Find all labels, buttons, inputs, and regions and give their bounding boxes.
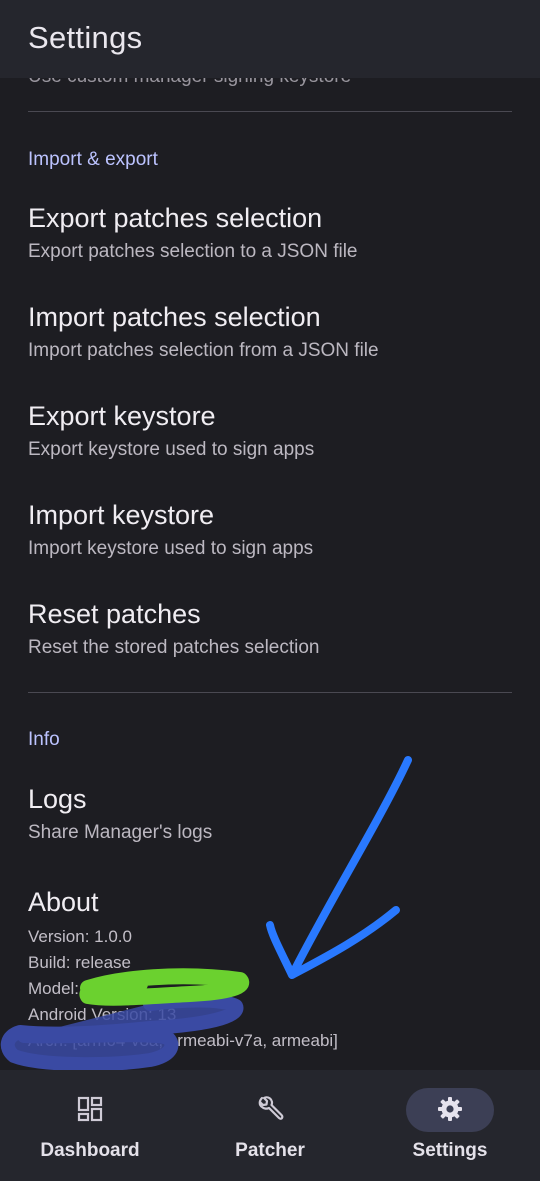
top-app-bar: Settings xyxy=(0,0,540,78)
item-title: Export keystore xyxy=(28,401,216,431)
settings-list[interactable]: Use custom manager signing keystore Impo… xyxy=(0,78,540,1070)
section-header-import-export: Import & export xyxy=(28,149,158,170)
nav-label: Patcher xyxy=(235,1140,305,1161)
item-title: Reset patches xyxy=(28,599,201,629)
about-model: Model: xyxy=(28,979,80,998)
bottom-navigation: Dashboard Patcher Settings xyxy=(0,1070,540,1181)
wrench-icon xyxy=(258,1096,284,1120)
import-keystore-item[interactable]: Import keystore Import keystore used to … xyxy=(0,500,540,596)
gear-icon xyxy=(438,1097,462,1121)
about-arch: Arch: [arm64-v8a, armeabi-v7a, armeabi] xyxy=(28,1031,338,1050)
about-details: Version: 1.0.0 Build: release Model: And… xyxy=(28,924,338,1054)
item-title: Export patches selection xyxy=(28,203,323,233)
export-keystore-item[interactable]: Export keystore Export keystore used to … xyxy=(0,401,540,497)
nav-dashboard[interactable]: Dashboard xyxy=(0,1070,180,1181)
nav-patcher[interactable]: Patcher xyxy=(180,1070,360,1181)
nav-settings[interactable]: Settings xyxy=(360,1070,540,1181)
settings-screen: Settings Use custom manager signing keys… xyxy=(0,0,540,1181)
item-subtitle: Export keystore used to sign apps xyxy=(28,439,315,460)
page-title: Settings xyxy=(28,20,143,55)
about-build: Build: release xyxy=(28,953,132,972)
reset-patches-item[interactable]: Reset patches Reset the stored patches s… xyxy=(0,599,540,695)
item-title: Import keystore xyxy=(28,500,215,530)
item-title: Import patches selection xyxy=(28,302,321,332)
section-header-info: Info xyxy=(28,729,60,750)
divider xyxy=(28,111,512,112)
logs-item[interactable]: Logs Share Manager's logs xyxy=(0,784,540,880)
item-subtitle: Export patches selection to a JSON file xyxy=(28,241,358,262)
item-subtitle: Import keystore used to sign apps xyxy=(28,538,314,559)
item-subtitle: Import patches selection from a JSON fil… xyxy=(28,340,379,361)
export-patches-selection-item[interactable]: Export patches selection Export patches … xyxy=(0,203,540,299)
about-item[interactable]: About Version: 1.0.0 Build: release Mode… xyxy=(0,887,540,1057)
nav-label: Dashboard xyxy=(40,1140,140,1161)
item-title: Logs xyxy=(28,784,87,814)
about-android-version: Android Version: 13 xyxy=(28,1005,177,1024)
dashboard-icon xyxy=(77,1096,103,1122)
import-patches-selection-item[interactable]: Import patches selection Import patches … xyxy=(0,302,540,398)
partial-previous-item: Use custom manager signing keystore xyxy=(28,78,351,88)
item-subtitle: Share Manager's logs xyxy=(28,822,213,843)
item-subtitle: Reset the stored patches selection xyxy=(28,637,320,658)
item-title: About xyxy=(28,887,99,917)
nav-label: Settings xyxy=(412,1140,488,1161)
about-version: Version: 1.0.0 xyxy=(28,927,132,946)
divider xyxy=(28,692,512,693)
